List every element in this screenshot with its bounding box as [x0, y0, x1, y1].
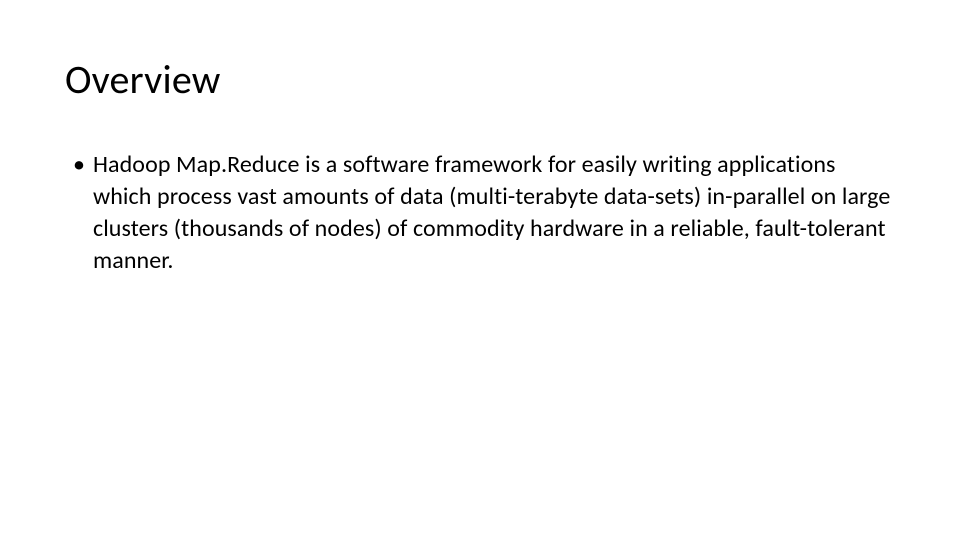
bullet-marker-icon: •: [73, 149, 85, 181]
bullet-item: • Hadoop Map.Reduce is a software framew…: [73, 149, 895, 277]
slide-title: Overview: [65, 55, 895, 104]
bullet-text: Hadoop Map.Reduce is a software framewor…: [93, 149, 895, 277]
slide-container: Overview • Hadoop Map.Reduce is a softwa…: [0, 0, 960, 540]
slide-content: • Hadoop Map.Reduce is a software framew…: [65, 149, 895, 277]
